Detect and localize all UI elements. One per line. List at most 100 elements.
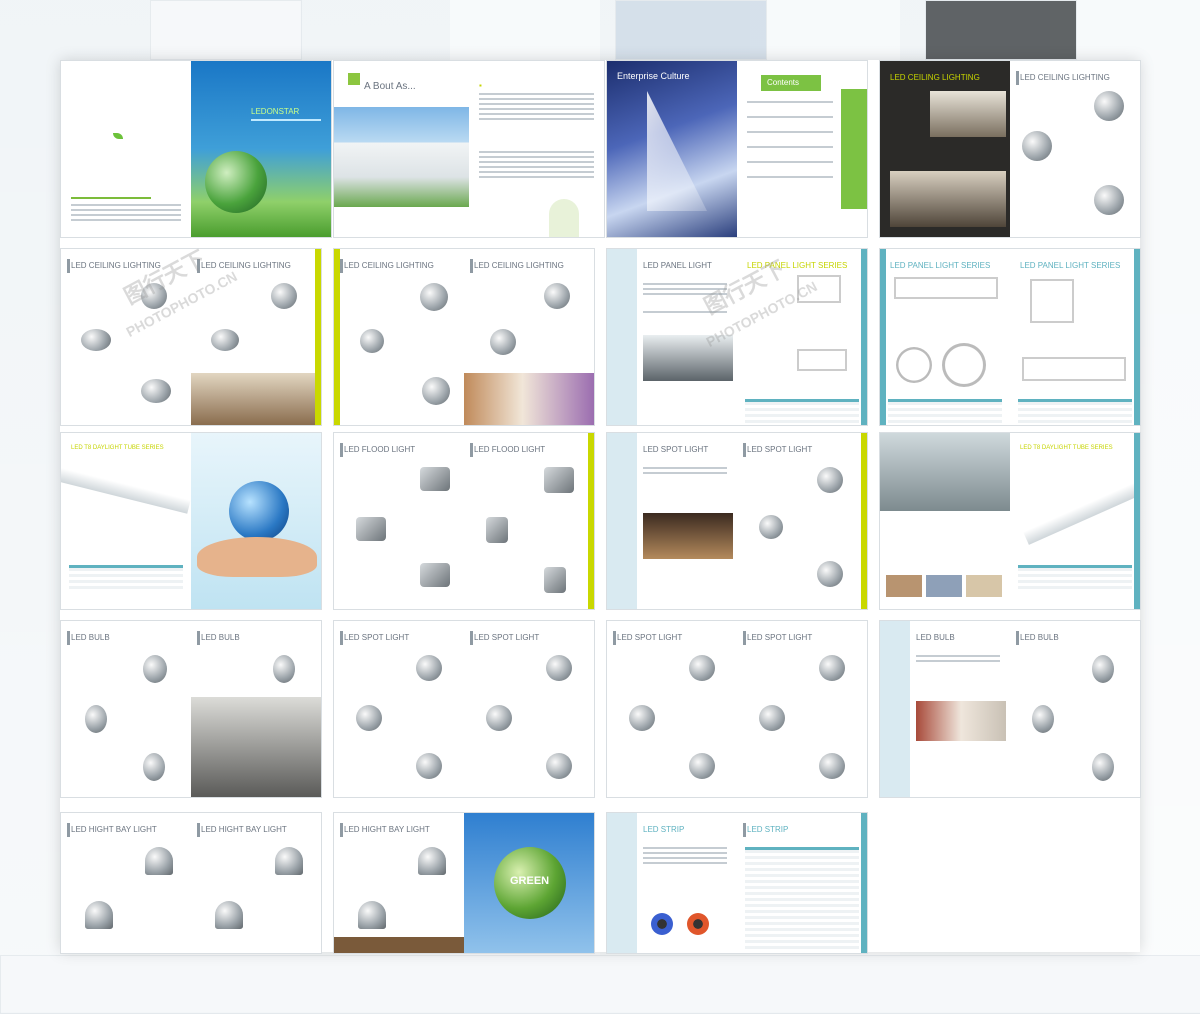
- section-header: LED HIGHT BAY LIGHT: [344, 825, 430, 834]
- spotlight-image: [819, 753, 845, 779]
- spotlight-image: [546, 753, 572, 779]
- downlight-image: [211, 329, 239, 351]
- about-page-left: A Bout As...: [334, 61, 469, 237]
- section-header: LED CEILING LIGHTING: [474, 261, 564, 270]
- downlight-image: [420, 283, 448, 311]
- ghost-page: [615, 0, 767, 60]
- contents-title: Contents: [767, 78, 800, 87]
- product-page: LED BULB: [191, 621, 321, 797]
- culture-title: Enterprise Culture: [617, 71, 690, 81]
- ghost-page: [0, 955, 1200, 1014]
- hand-image: [197, 537, 317, 577]
- ghost-page: [150, 0, 302, 60]
- globe-image: [229, 481, 289, 541]
- product-page: LED CEILING LIGHTING: [334, 249, 464, 425]
- section-header: LED BULB: [201, 633, 240, 642]
- downlight-image: [271, 283, 297, 309]
- spotlight-image: [817, 467, 843, 493]
- living-room-photo: [191, 373, 321, 425]
- contents-page: Contents: [737, 61, 867, 237]
- ghost-page: [925, 0, 1077, 60]
- arrow-icon: [348, 73, 360, 85]
- spread-panel-b: LED PANEL LIGHT SERIES LED PANEL LIGHT S…: [879, 248, 1141, 426]
- led-strip-reel-image: [651, 913, 673, 935]
- flood-light-image: [356, 517, 386, 541]
- spread-bulb-b: LED BULB LED BULB: [879, 620, 1141, 798]
- downlight-image: [81, 329, 111, 351]
- section-header: LED PANEL LIGHT SERIES: [890, 261, 991, 270]
- cover-title: LEDONSTAR: [251, 107, 300, 116]
- downlight-image: [1022, 131, 1052, 161]
- product-page: LED SPOT LIGHT: [464, 621, 594, 797]
- spotlight-image: [817, 561, 843, 587]
- spread-highbay-a: LED HIGHT BAY LIGHT LED HIGHT BAY LIGHT: [60, 812, 322, 954]
- store-photo: [643, 513, 733, 559]
- room-photo: [890, 171, 1006, 227]
- bulb-image: [1092, 753, 1114, 781]
- spread-about: A Bout As... ▪: [333, 60, 605, 238]
- spotlight-image: [689, 753, 715, 779]
- section-header: LED HIGHT BAY LIGHT: [71, 825, 157, 834]
- downlight-image: [422, 377, 450, 405]
- panel-light-image: [894, 277, 998, 299]
- strip-page-right: LED STRIP: [737, 813, 867, 953]
- globe-hand-page: [191, 433, 321, 609]
- section-header: LED SPOT LIGHT: [617, 633, 683, 642]
- flood-light-image: [420, 563, 450, 587]
- tube-image: [1023, 475, 1140, 545]
- spotlight-image: [759, 515, 783, 539]
- section-header: LED STRIP: [747, 825, 789, 834]
- about-page-right: ▪: [469, 61, 604, 237]
- spread-bulb-a: LED BULB LED BULB: [60, 620, 322, 798]
- spotlight-image: [356, 705, 382, 731]
- contents-green-bar: [841, 89, 867, 209]
- spread-flood: LED FLOOD LIGHT LED FLOOD LIGHT: [333, 432, 595, 610]
- tube-page: LED T8 DAYLIGHT TUBE SERIES: [1010, 433, 1140, 609]
- spotlight-image: [629, 705, 655, 731]
- downlight-image: [360, 329, 384, 353]
- spread-ceiling-b: LED CEILING LIGHTING LED CEILING LIGHTIN…: [333, 248, 595, 426]
- thumb-photo: [966, 575, 1002, 597]
- bulb-image: [273, 655, 295, 683]
- living-room-photo: [191, 697, 321, 797]
- thumb-photo: [886, 575, 922, 597]
- section-header: LED SPOT LIGHT: [643, 445, 709, 454]
- spread-spot-a: LED SPOT LIGHT LED SPOT LIGHT: [606, 432, 868, 610]
- panel-page-left: LED PANEL LIGHT SERIES: [880, 249, 1010, 425]
- product-page: LED CEILING LIGHTING: [464, 249, 594, 425]
- section-header: LED HIGHT BAY LIGHT: [201, 825, 287, 834]
- product-page: LED SPOT LIGHT: [334, 621, 464, 797]
- bulb-image: [1092, 655, 1114, 683]
- downlight-image: [1094, 185, 1124, 215]
- meeting-room-page: [880, 433, 1010, 609]
- ceiling-header: LED CEILING LIGHTING: [1020, 73, 1110, 82]
- tube-page: LED T8 DAYLIGHT TUBE SERIES: [61, 433, 191, 609]
- green-label: GREEN: [510, 875, 550, 887]
- product-page: LED HIGHT BAY LIGHT: [61, 813, 191, 953]
- office-photo: [930, 91, 1006, 137]
- spread-culture: Enterprise Culture Contents: [606, 60, 868, 238]
- spotlight-image: [546, 655, 572, 681]
- sail-image: [647, 91, 707, 211]
- product-page: LED FLOOD LIGHT: [464, 433, 594, 609]
- section-header: LED BULB: [916, 633, 955, 642]
- section-header: LED SPOT LIGHT: [344, 633, 410, 642]
- spotlight-image: [486, 705, 512, 731]
- leaf-icon: [113, 133, 123, 139]
- downlight-image: [1094, 91, 1124, 121]
- spread-spot-b: LED SPOT LIGHT LED SPOT LIGHT: [333, 620, 595, 798]
- high-bay-image: [358, 901, 386, 929]
- downlight-image: [141, 379, 171, 403]
- high-bay-image: [418, 847, 446, 875]
- product-page: LED SPOT LIGHT: [607, 621, 737, 797]
- spotlight-image: [416, 655, 442, 681]
- bulb-image: [1032, 705, 1054, 733]
- factory-photo: [334, 107, 469, 207]
- about-title: A Bout As...: [364, 81, 416, 92]
- ceiling-product-page: LED CEILING LIGHTING: [1010, 61, 1140, 237]
- high-bay-image: [275, 847, 303, 875]
- decor-arch: [549, 199, 579, 237]
- bulb-image: [85, 705, 107, 733]
- led-strip-reel-image: [687, 913, 709, 935]
- section-header: LED SPOT LIGHT: [747, 633, 813, 642]
